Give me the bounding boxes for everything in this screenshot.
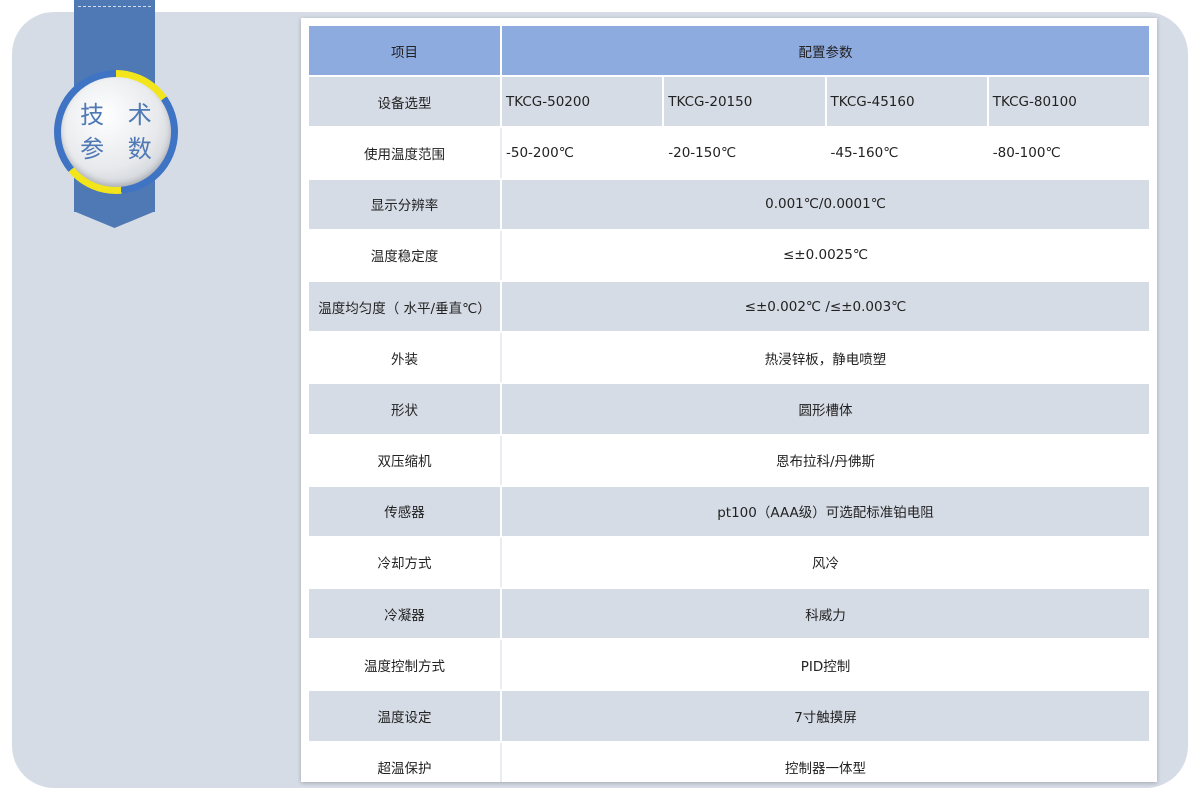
- spec-card: 项目 配置参数 设备选型 TKCG-50200 TKCG-20150 TKCG-…: [301, 18, 1157, 782]
- model-cell: TKCG-80100: [987, 76, 1152, 129]
- row-value: 恩布拉科/丹佛斯: [501, 434, 1151, 487]
- table-row: 双压缩机 恩布拉科/丹佛斯: [309, 434, 1151, 487]
- table-header-row: 项目 配置参数: [309, 26, 1151, 78]
- row-value: 圆形槽体: [501, 383, 1151, 436]
- model-cell: TKCG-45160: [825, 76, 989, 129]
- table-row: 传感器 pt100（AAA级）可选配标准铂电阻: [309, 485, 1151, 538]
- row-value: 控制器一体型: [501, 741, 1151, 782]
- row-label: 传感器: [309, 485, 502, 538]
- model-cell: TKCG-20150: [663, 76, 827, 129]
- spec-table: 项目 配置参数 设备选型 TKCG-50200 TKCG-20150 TKCG-…: [309, 26, 1152, 782]
- table-row: 显示分辨率 0.001℃/0.0001℃: [309, 178, 1151, 231]
- row-value: 7寸触摸屏: [501, 690, 1151, 743]
- table-row: 冷凝器 科威力: [309, 588, 1151, 641]
- temp-range-cell: -20-150℃: [663, 127, 827, 180]
- row-value: 0.001℃/0.0001℃: [501, 178, 1151, 231]
- table-row: 超温保护 控制器一体型: [309, 741, 1151, 782]
- row-value: 风冷: [501, 536, 1151, 590]
- row-value: 科威力: [501, 588, 1151, 641]
- table-row-temp-range: 使用温度范围 -50-200℃ -20-150℃ -45-160℃ -80-10…: [309, 127, 1152, 180]
- table-row: 温度均匀度（ 水平/垂直℃） ≤±0.002℃ /≤±0.003℃: [309, 280, 1151, 334]
- model-cell: TKCG-50200: [501, 76, 665, 129]
- table-row: 温度控制方式 PID控制: [309, 639, 1151, 692]
- table-row: 温度稳定度 ≤±0.0025℃: [309, 229, 1151, 282]
- row-label: 双压缩机: [309, 434, 502, 487]
- row-label: 温度稳定度: [309, 229, 502, 282]
- row-label: 温度设定: [309, 690, 502, 743]
- header-config: 配置参数: [501, 26, 1151, 78]
- row-label: 超温保护: [309, 741, 502, 782]
- row-value: 热浸锌板，静电喷塑: [501, 332, 1151, 385]
- row-label: 冷却方式: [309, 536, 502, 590]
- row-label: 温度均匀度（ 水平/垂直℃）: [309, 280, 502, 334]
- row-value: ≤±0.002℃ /≤±0.003℃: [501, 280, 1151, 334]
- row-label: 温度控制方式: [309, 639, 502, 692]
- row-label: 冷凝器: [309, 588, 502, 641]
- row-value: ≤±0.0025℃: [501, 229, 1151, 282]
- temp-range-cell: -45-160℃: [825, 127, 989, 180]
- badge-title-line1: 技 术: [80, 101, 160, 129]
- table-row: 形状 圆形槽体: [309, 383, 1151, 436]
- temp-range-cell: -80-100℃: [987, 127, 1152, 180]
- table-row: 外装 热浸锌板，静电喷塑: [309, 332, 1151, 385]
- row-label: 形状: [309, 383, 502, 436]
- row-label: 外装: [309, 332, 502, 385]
- temp-range-cell: -50-200℃: [501, 127, 665, 180]
- badge-title-line2: 参 数: [80, 135, 160, 163]
- table-row-model: 设备选型 TKCG-50200 TKCG-20150 TKCG-45160 TK…: [309, 76, 1152, 129]
- row-value: pt100（AAA级）可选配标准铂电阻: [501, 485, 1151, 538]
- header-item: 项目: [309, 26, 502, 78]
- row-value: PID控制: [501, 639, 1151, 692]
- ribbon-stitch: [78, 6, 151, 7]
- row-label: 设备选型: [309, 76, 502, 129]
- row-label: 使用温度范围: [309, 127, 502, 180]
- table-row: 冷却方式 风冷: [309, 536, 1151, 590]
- table-row: 温度设定 7寸触摸屏: [309, 690, 1151, 743]
- row-label: 显示分辨率: [309, 178, 502, 231]
- tech-params-badge: 技 术 参 数: [61, 77, 171, 187]
